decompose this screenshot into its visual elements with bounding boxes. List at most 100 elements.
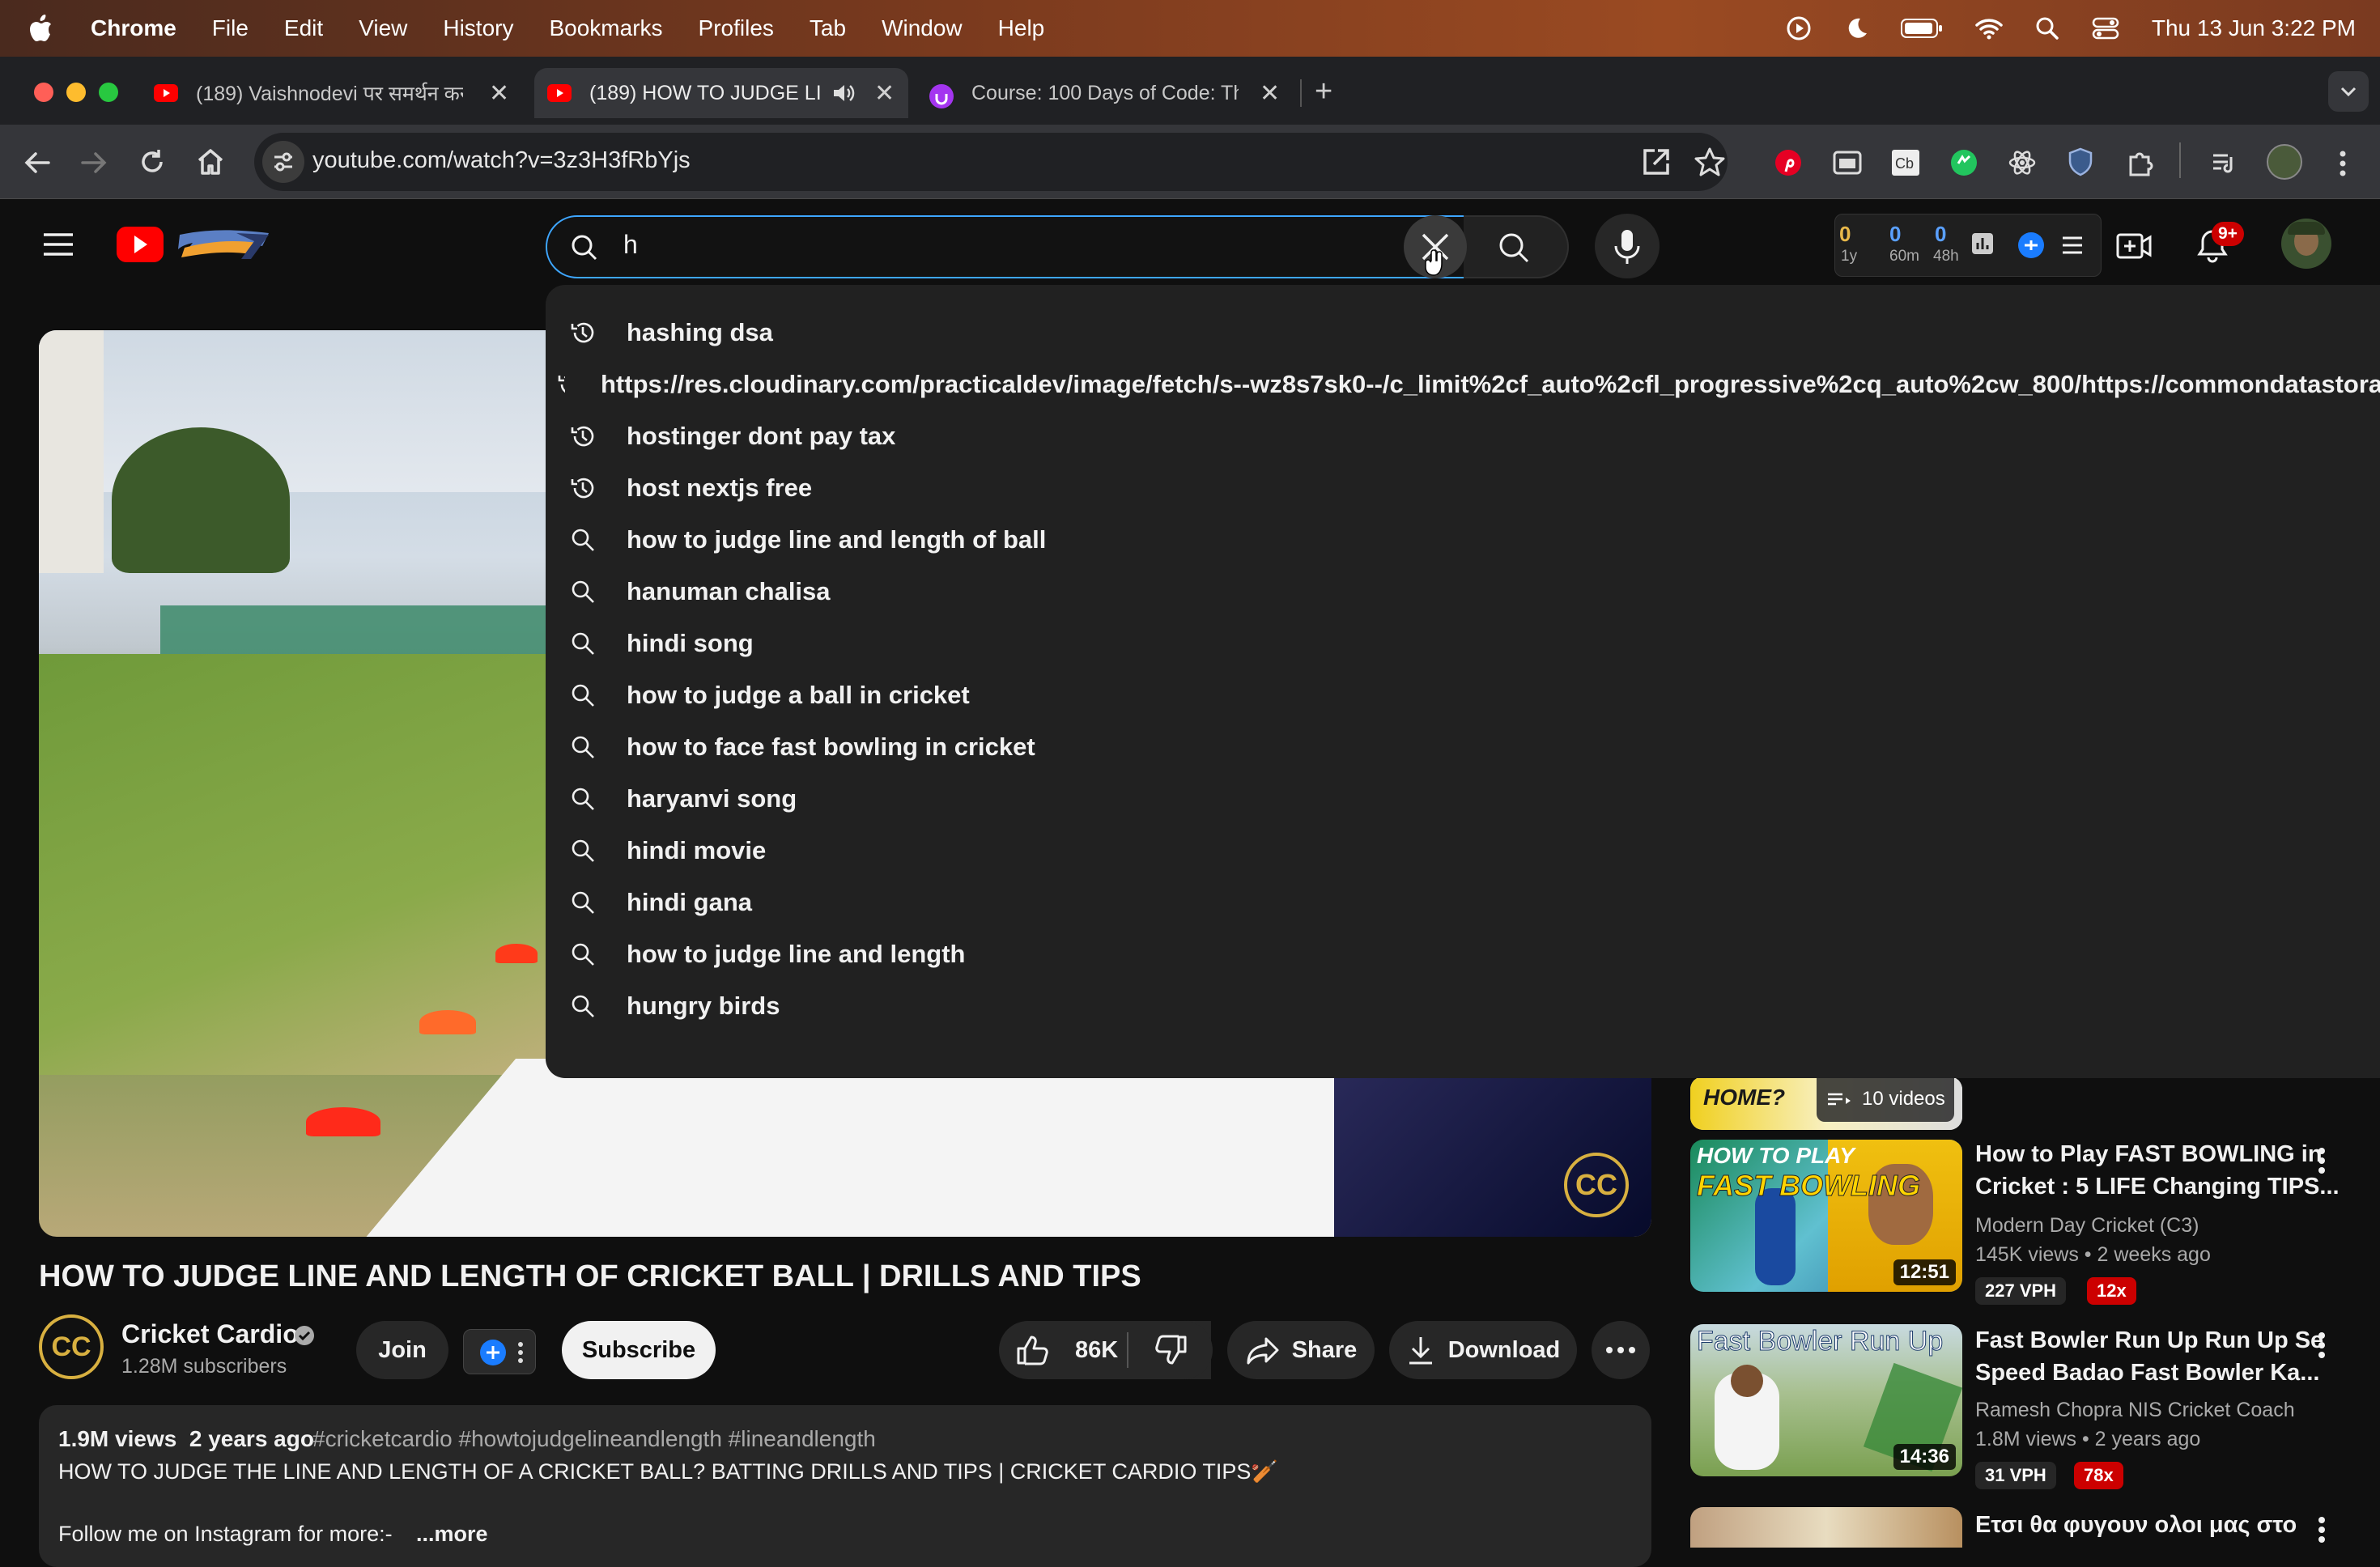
new-tab-plus-icon[interactable]: + — [1315, 74, 1332, 109]
tab-how-to-judge[interactable]: (189) HOW TO JUDGE LIN ✕ — [534, 68, 908, 118]
youtube-favicon-icon — [547, 84, 572, 102]
rec-thumbnail-run-up[interactable]: Fast Bowler Run Up 14:36 — [1690, 1324, 1962, 1476]
cb-extension-icon[interactable]: Cb — [1891, 149, 1920, 176]
tab-audio-icon[interactable] — [832, 83, 855, 104]
forward-arrow-icon[interactable] — [78, 147, 110, 178]
react-devtools-extension-icon[interactable] — [2008, 149, 2037, 176]
suggestion-item[interactable]: how to judge line and length — [546, 928, 2380, 980]
search-magnifier-icon[interactable] — [1498, 231, 1530, 264]
download-button[interactable]: Download — [1389, 1321, 1577, 1379]
suggestion-item[interactable]: hindi movie — [546, 825, 2380, 877]
tab-search-button[interactable] — [2328, 71, 2369, 112]
window-minimize-button[interactable] — [66, 83, 86, 102]
green-extension-icon[interactable] — [1949, 149, 1978, 176]
more-actions-button[interactable] — [1592, 1321, 1650, 1379]
vidiq-button[interactable] — [463, 1329, 536, 1374]
menu-profiles[interactable]: Profiles — [699, 15, 774, 41]
channel-avatar[interactable]: CC — [39, 1314, 104, 1379]
rec-title-line2[interactable]: Speed Badao Fast Bowler Ka... — [1975, 1357, 2319, 1389]
suggestion-item[interactable]: https://res.cloudinary.com/practicaldev/… — [546, 359, 2380, 410]
menu-file[interactable]: File — [212, 15, 249, 41]
media-queue-icon[interactable] — [2210, 149, 2239, 176]
suggestion-item[interactable]: host nextjs free — [546, 462, 2380, 514]
back-arrow-icon[interactable] — [21, 147, 53, 178]
suggestion-item[interactable]: how to judge line and length of ball — [546, 514, 2380, 566]
vidiq-extension-icon[interactable] — [2017, 231, 2045, 259]
menu-history[interactable]: History — [443, 15, 513, 41]
tab-course-100-days[interactable]: Course: 100 Days of Code: Th ✕ — [929, 68, 1302, 118]
window-zoom-button[interactable] — [99, 83, 118, 102]
vph-badge: 31 VPH — [1975, 1462, 2056, 1489]
channel-name[interactable]: Cricket Cardio — [121, 1319, 299, 1349]
voice-search-button[interactable] — [1595, 214, 1660, 278]
create-video-icon[interactable] — [2116, 230, 2152, 262]
bookmark-star-icon[interactable] — [1694, 146, 1726, 178]
dislike-button[interactable] — [1128, 1321, 1213, 1379]
menu-help[interactable]: Help — [998, 15, 1045, 41]
rec-more-kebab-icon[interactable] — [2312, 1514, 2331, 1546]
tab-close-icon[interactable]: ✕ — [874, 79, 895, 108]
profile-avatar[interactable] — [2267, 144, 2302, 180]
rec-more-kebab-icon[interactable] — [2312, 1144, 2331, 1177]
menu-window[interactable]: Window — [882, 15, 963, 41]
rec-thumbnail-fast-bowling[interactable]: HOW TO PLAY FAST BOWLING 12:51 — [1690, 1140, 1962, 1292]
focus-moon-icon[interactable] — [1844, 16, 1868, 40]
description-more-link[interactable]: ...more — [416, 1522, 488, 1547]
tab-vaishnodevi[interactable]: (189) Vaishnodevi पर समर्थन कर ✕ — [154, 68, 526, 118]
url-text[interactable]: youtube.com/watch?v=3z3H3fRbYjs — [312, 147, 691, 174]
rec-more-kebab-icon[interactable] — [2312, 1329, 2331, 1361]
rec-title-line1[interactable]: How to Play FAST BOWLING in — [1975, 1138, 2323, 1170]
account-avatar[interactable] — [2281, 219, 2331, 269]
battery-icon[interactable] — [1900, 18, 1943, 39]
home-icon[interactable] — [194, 146, 227, 178]
spotlight-search-icon[interactable] — [2035, 16, 2059, 40]
list-menu-icon[interactable] — [2061, 233, 2084, 257]
picture-in-picture-extension-icon[interactable] — [1833, 149, 1862, 176]
rec-title-line1[interactable]: Ετσι θα φυγουν ολοι μας στο — [1975, 1509, 2297, 1541]
suggestion-item[interactable]: how to judge a ball in cricket — [546, 669, 2380, 721]
media-play-icon[interactable] — [1786, 15, 1812, 41]
chrome-menu-kebab-icon[interactable] — [2335, 147, 2351, 180]
control-center-icon[interactable] — [2092, 16, 2119, 40]
site-info-button[interactable] — [262, 141, 304, 183]
rec-channel[interactable]: Modern Day Cricket (C3) — [1975, 1214, 2199, 1238]
menu-tab[interactable]: Tab — [810, 15, 846, 41]
menu-app-name[interactable]: Chrome — [91, 15, 176, 41]
rec-thumbnail-greek[interactable] — [1690, 1507, 1962, 1548]
menu-view[interactable]: View — [359, 15, 407, 41]
subscribe-button[interactable]: Subscribe — [562, 1321, 716, 1379]
tab-close-icon[interactable]: ✕ — [1260, 79, 1280, 108]
suggestion-item[interactable]: hindi song — [546, 618, 2380, 669]
suggestion-item[interactable]: how to face fast bowling in cricket — [546, 721, 2380, 773]
apple-icon[interactable] — [29, 15, 53, 42]
suggestion-item[interactable]: hindi gana — [546, 877, 2380, 928]
menu-bookmarks[interactable]: Bookmarks — [549, 15, 662, 41]
suggestion-item[interactable]: hungry birds — [546, 980, 2380, 1032]
join-button[interactable]: Join — [356, 1321, 448, 1379]
suggestion-item[interactable]: hostinger dont pay tax — [546, 410, 2380, 462]
pinterest-extension-icon[interactable] — [1774, 149, 1802, 176]
rec-title-line1[interactable]: Fast Bowler Run Up Run Up Se — [1975, 1324, 2323, 1357]
reload-icon[interactable] — [136, 146, 168, 178]
menubar-clock[interactable]: Thu 13 Jun 3:22 PM — [2152, 15, 2356, 41]
bar-chart-icon[interactable] — [1970, 231, 1995, 256]
description-hashtags[interactable]: #cricketcardio #howtojudgelineandlength … — [312, 1426, 876, 1452]
search-input[interactable] — [546, 215, 1465, 278]
share-button[interactable]: Share — [1227, 1321, 1375, 1379]
menu-edit[interactable]: Edit — [284, 15, 323, 41]
window-close-button[interactable] — [34, 83, 53, 102]
suggestion-item[interactable]: hashing dsa — [546, 307, 2380, 359]
suggestion-item[interactable]: haryanvi song — [546, 773, 2380, 825]
shield-extension-icon[interactable] — [2068, 147, 2093, 176]
wifi-icon[interactable] — [1975, 17, 2003, 40]
search-query-text[interactable]: h — [623, 230, 638, 260]
rec-channel[interactable]: Ramesh Chopra NIS Cricket Coach — [1975, 1399, 2295, 1422]
hamburger-menu-icon[interactable] — [42, 230, 74, 259]
open-in-app-icon[interactable] — [1640, 146, 1672, 178]
youtube-logo[interactable] — [115, 223, 285, 267]
tab-close-icon[interactable]: ✕ — [489, 79, 509, 108]
rec-title-line2[interactable]: Cricket : 5 LIFE Changing TIPS... — [1975, 1170, 2340, 1203]
extensions-puzzle-icon[interactable] — [2124, 147, 2155, 178]
suggestion-item[interactable]: hanuman chalisa — [546, 566, 2380, 618]
playlist-thumbnail[interactable]: HOME? 10 videos — [1690, 1077, 1962, 1130]
